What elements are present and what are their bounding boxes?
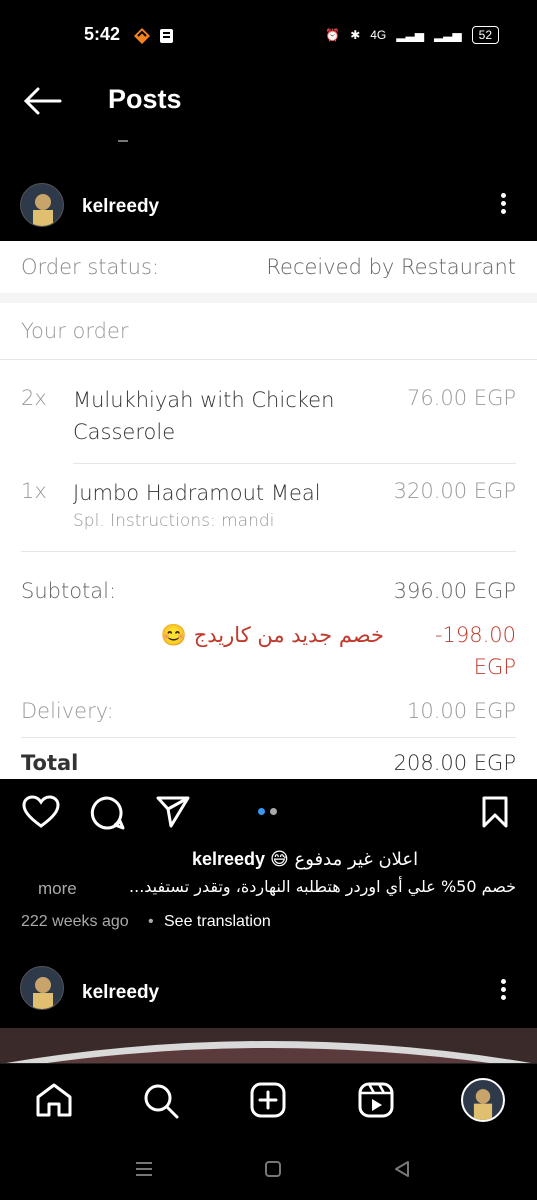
total-value: 208.00 EGP (393, 751, 516, 775)
page-title: Posts (108, 84, 182, 114)
post-username[interactable]: kelreedy (82, 196, 159, 218)
your-order-label: Your order (21, 319, 129, 343)
signal2-icon: ▂▃▅ (433, 28, 462, 42)
home-icon[interactable] (35, 1082, 73, 1123)
discount-value: -198.00 (434, 623, 516, 647)
subtotal-label: Subtotal: (21, 579, 117, 603)
discount-currency: EGP (473, 655, 516, 679)
carousel-dot-active (258, 808, 265, 815)
avatar[interactable] (20, 966, 64, 1010)
item-qty: 2x (21, 386, 47, 410)
order-status-value: Received by Restaurant (266, 255, 516, 279)
item-price: 76.00 EGP (407, 386, 516, 410)
home-square-icon[interactable] (263, 1159, 283, 1184)
delivery-value: 10.00 EGP (407, 699, 516, 723)
avatar[interactable] (20, 183, 64, 227)
share-send-icon[interactable] (155, 795, 191, 834)
item-name-cont: Casserole (73, 420, 176, 444)
status-time: 5:42 (84, 24, 121, 44)
profile-avatar[interactable] (461, 1078, 505, 1122)
divider (21, 737, 516, 738)
carousel-dot (270, 808, 277, 815)
see-translation-link[interactable]: See translation (164, 913, 271, 931)
divider (0, 359, 537, 360)
create-post-icon[interactable] (250, 1082, 286, 1123)
item-name: Jumbo Hadramout Meal (73, 481, 321, 505)
search-icon[interactable] (142, 1082, 180, 1125)
carousel-indicator (258, 808, 277, 815)
item-instructions: Spl. Instructions: mandi (73, 511, 275, 531)
caption-line1: اعلان غير مدفوع 😅 (270, 849, 419, 870)
divider (73, 463, 516, 464)
delivery-label: Delivery: (21, 699, 114, 723)
comment-icon[interactable] (88, 795, 126, 836)
caption-line2: خصم 50% علي أي اوردر هتطلبه النهاردة، وت… (129, 877, 516, 896)
signal-icon: ▂▃▅ (396, 28, 424, 42)
bluetooth-icon: ✱ (350, 28, 361, 42)
more-options-icon[interactable] (500, 190, 506, 217)
post2-username[interactable]: kelreedy (82, 982, 159, 1004)
alarm-icon: ⏰ (325, 28, 341, 42)
item-qty: 1x (21, 479, 47, 503)
divider (21, 551, 516, 552)
post-time: 222 weeks ago (21, 913, 129, 930)
scroll-fragment (118, 136, 128, 142)
item-price: 320.00 EGP (393, 479, 516, 503)
back-arrow-icon[interactable] (22, 86, 62, 121)
back-triangle-icon[interactable] (392, 1159, 412, 1184)
discount-text: خصم جديد من كاريدج 😊 (160, 623, 384, 647)
total-label: Total (21, 751, 79, 775)
system-nav-bar (0, 1141, 537, 1200)
save-bookmark-icon[interactable] (481, 795, 509, 834)
app-notification-icon (132, 26, 176, 51)
reels-icon[interactable] (358, 1082, 394, 1123)
recent-apps-icon[interactable] (134, 1159, 154, 1184)
like-heart-icon[interactable] (22, 795, 60, 834)
subtotal-value: 396.00 EGP (393, 579, 516, 603)
post-image-receipt: Order status: Received by Restaurant You… (0, 241, 537, 779)
network-label: 4G (370, 28, 387, 42)
item-name: Mulukhiyah with Chicken (73, 388, 335, 412)
section-gap (0, 293, 537, 303)
status-icons: ⏰ ✱ 4G ▂▃▅ ▂▃▅ 52 (325, 26, 499, 44)
more-options-icon[interactable] (500, 976, 506, 1003)
caption-username[interactable]: kelreedy (192, 849, 265, 870)
order-status-label: Order status: (21, 255, 159, 279)
post2-image-preview (0, 1028, 537, 1064)
bottom-nav (0, 1063, 537, 1142)
battery-icon: 52 (471, 26, 499, 44)
meta-separator: • (148, 913, 154, 930)
more-link[interactable]: more (38, 879, 77, 899)
